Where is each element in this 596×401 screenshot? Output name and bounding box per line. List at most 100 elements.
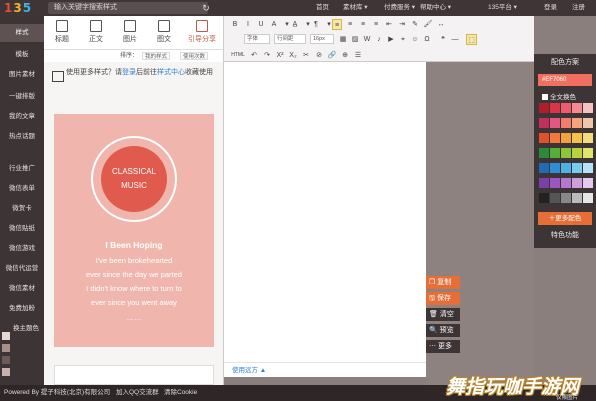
nav-home[interactable]: 首页 xyxy=(316,0,329,16)
highlight-icon[interactable]: ⬚ xyxy=(466,34,477,45)
color-swatch[interactable] xyxy=(572,193,582,203)
sidebar-item-games[interactable]: 微信游戏 xyxy=(0,240,44,258)
color-swatch[interactable] xyxy=(572,148,582,158)
color-swatch[interactable] xyxy=(561,193,571,203)
recolor-all-checkbox[interactable]: 全文换色 xyxy=(542,91,576,101)
font-color-button[interactable]: A xyxy=(269,19,279,30)
color-swatch[interactable] xyxy=(539,193,549,203)
color-swatch[interactable] xyxy=(539,148,549,158)
word-icon[interactable]: W xyxy=(362,34,372,45)
color-swatch[interactable] xyxy=(583,133,593,143)
nav-help[interactable]: 帮助中心 ▾ xyxy=(420,0,451,16)
color-swatch[interactable] xyxy=(583,193,593,203)
color-swatch[interactable] xyxy=(572,118,582,128)
align-left-button[interactable]: ≡ xyxy=(332,19,342,30)
tab-image-text[interactable]: 图文 xyxy=(148,20,180,48)
sidebar-item-promotion[interactable]: 行业推广 xyxy=(0,160,44,178)
theme-swatch[interactable] xyxy=(2,368,10,376)
eraser-button[interactable]: ✎ xyxy=(410,19,420,30)
preview-button[interactable]: 🔍 预览 xyxy=(426,324,460,337)
tab-body[interactable]: 正文 xyxy=(80,20,112,48)
bg-color-button[interactable]: A̲ xyxy=(290,19,300,30)
theme-swatch[interactable] xyxy=(2,332,10,340)
color-swatch[interactable] xyxy=(550,163,560,173)
cut-button[interactable]: ✂ xyxy=(301,50,311,61)
nav-paid-services[interactable]: 付费服务 ▾ xyxy=(384,0,415,16)
quote-icon[interactable]: ❝ xyxy=(438,34,448,45)
color-swatch[interactable] xyxy=(550,118,560,128)
copy-button[interactable]: ❐ 复制 xyxy=(426,276,460,289)
color-swatch[interactable] xyxy=(572,178,582,188)
color-swatch[interactable] xyxy=(561,118,571,128)
color-swatch[interactable] xyxy=(572,103,582,113)
search-input[interactable]: 输入关键字搜索样式 xyxy=(48,2,208,14)
sidebar-item-wechat-materials[interactable]: 微信素材 xyxy=(0,280,44,298)
style-center-link[interactable]: 样式中心 xyxy=(157,69,185,76)
sidebar-item-stickers[interactable]: 微信贴纸 xyxy=(0,220,44,238)
login-link[interactable]: 登录 xyxy=(122,69,136,76)
more-button[interactable]: ⋯ 更多 xyxy=(426,340,460,353)
color-swatch[interactable] xyxy=(583,148,593,158)
special-features[interactable]: 特色功能 xyxy=(534,230,596,240)
sort-usage[interactable]: 使用次数 xyxy=(180,52,209,60)
unlink-button[interactable]: ⊕ xyxy=(340,50,350,61)
nav-materials[interactable]: 素材库 ▾ xyxy=(343,0,368,16)
map-icon[interactable]: ⌖ xyxy=(398,34,408,45)
italic-button[interactable]: I xyxy=(243,19,253,30)
save-button[interactable]: 🖫 保存 xyxy=(426,292,460,305)
color-swatch[interactable] xyxy=(561,133,571,143)
color-hex-input[interactable]: #EF7060 xyxy=(538,74,592,86)
list-button[interactable]: ☰ xyxy=(353,50,363,61)
color-swatch[interactable] xyxy=(583,163,593,173)
tab-title[interactable]: 标题 xyxy=(46,20,78,48)
color-swatch[interactable] xyxy=(583,103,593,113)
clear-format-button[interactable]: ⊘ xyxy=(314,50,324,61)
paragraph-button[interactable]: ¶ xyxy=(311,19,321,30)
sidebar-item-styles[interactable]: 样式 xyxy=(0,24,44,42)
footer-cookie-link[interactable]: 清除Cookie xyxy=(164,385,197,401)
color-swatch[interactable] xyxy=(561,163,571,173)
video-icon[interactable]: ▶ xyxy=(386,34,396,45)
font-size-select[interactable]: 16px xyxy=(310,34,334,44)
clear-button[interactable]: 🗑 清空 xyxy=(426,308,460,321)
color-swatch[interactable] xyxy=(583,118,593,128)
color-swatch[interactable] xyxy=(583,178,593,188)
image-icon[interactable]: ▨ xyxy=(350,34,360,45)
align-justify-button[interactable]: ≡ xyxy=(371,19,381,30)
sidebar-item-operations[interactable]: 微信代运营 xyxy=(0,260,44,278)
color-swatch[interactable] xyxy=(561,148,571,158)
nav-platform[interactable]: 135平台 ▾ xyxy=(488,0,517,16)
html-source-button[interactable]: HTML xyxy=(230,50,246,61)
theme-swatch[interactable] xyxy=(2,344,10,352)
link-button[interactable]: 🔗 xyxy=(327,50,337,61)
editor-canvas[interactable] xyxy=(224,62,426,362)
sidebar-item-one-click-layout[interactable]: 一键排版 xyxy=(0,88,44,106)
tab-image[interactable]: 图片 xyxy=(114,20,146,48)
sidebar-item-greeting-card[interactable]: 微贺卡 xyxy=(0,200,44,218)
color-swatch[interactable] xyxy=(550,148,560,158)
sidebar-item-free-fans[interactable]: 免费加粉 xyxy=(0,300,44,318)
superscript-button[interactable]: X² xyxy=(275,50,285,61)
color-swatch[interactable] xyxy=(572,163,582,173)
color-swatch[interactable] xyxy=(561,178,571,188)
music-icon[interactable]: ♪ xyxy=(374,34,384,45)
color-swatch[interactable] xyxy=(539,178,549,188)
color-swatch[interactable] xyxy=(550,193,560,203)
line-height-select[interactable]: 行间距 xyxy=(274,34,306,44)
nav-login[interactable]: 登录 xyxy=(544,0,557,16)
sidebar-item-templates[interactable]: 模板 xyxy=(0,46,44,64)
subscript-button[interactable]: X₂ xyxy=(288,50,298,61)
format-brush-button[interactable]: 🖌 xyxy=(423,19,433,30)
refresh-icon[interactable]: ↻ xyxy=(200,2,212,14)
underline-button[interactable]: U xyxy=(256,19,266,30)
table-icon[interactable]: ▦ xyxy=(338,34,348,45)
indent-increase-button[interactable]: ⇥ xyxy=(397,19,407,30)
color-swatch[interactable] xyxy=(550,103,560,113)
color-swatch[interactable] xyxy=(572,133,582,143)
omega-icon[interactable]: Ω xyxy=(422,34,432,45)
indent-decrease-button[interactable]: ⇤ xyxy=(384,19,394,30)
logo[interactable]: 1 3 5 xyxy=(4,1,38,15)
style-card[interactable]: CLASSICAL MUSIC I Been Hoping I've been … xyxy=(54,114,214,347)
sidebar-item-wechat-form[interactable]: 微信表单 xyxy=(0,180,44,198)
footer-qq-link[interactable]: 加入QQ交流群 xyxy=(116,385,159,401)
